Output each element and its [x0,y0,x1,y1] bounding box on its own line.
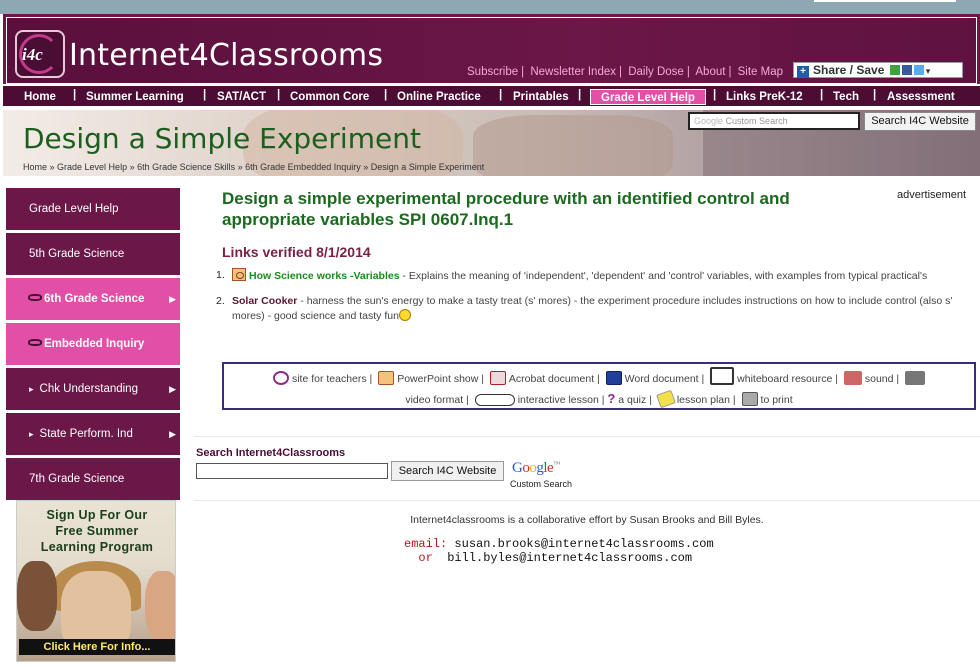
nav-home[interactable]: Home [24,89,56,105]
page-title: Design a Simple Experiment [23,122,421,155]
list-item: 1. How Science works -Variables - Explai… [216,268,928,282]
breadcrumb: Home » Grade Level Help » 6th Grade Scie… [23,162,485,172]
breadcrumb-6th-grade-embedded-inquiry[interactable]: 6th Grade Embedded Inquiry [245,162,361,172]
i4c-logo[interactable]: i4c [15,30,65,78]
divider [194,436,980,437]
powerpoint-icon [232,268,246,281]
resource-list: 1. How Science works -Variables - Explai… [216,268,980,334]
nav-common-core[interactable]: Common Core [290,89,369,105]
resource-link-solar-cooker[interactable]: Solar Cooker [232,295,297,307]
top-link-subscribe[interactable]: Subscribe [467,66,518,78]
sidebar-item-7th-grade-science[interactable]: 7th Grade Science [6,458,180,500]
nav-tech[interactable]: Tech [833,89,859,105]
share-save-button[interactable]: + Share / Save ▾ [793,62,963,78]
chevron-down-icon: ▾ [925,66,931,76]
email-share-icon [889,65,900,75]
content-title: Design a simple experimental procedure w… [222,189,790,229]
search-label: Search Internet4Classrooms [196,447,346,459]
nav-online-practice[interactable]: Online Practice [397,89,481,105]
email-link-bill[interactable]: bill.byles@internet4classrooms.com [447,551,692,565]
header-search-button[interactable]: Search I4C Website [864,112,976,131]
question-mark-icon: ? [607,391,616,406]
site-header: i4c Internet4Classrooms Subscribe | Newsl… [3,14,980,84]
breadcrumb-grade-level-help[interactable]: Grade Level Help [57,162,127,172]
links-verified: Links verified 8/1/2014 [222,244,371,260]
contact-emails: email: susan.brooks@internet4classrooms.… [404,537,714,565]
printer-icon [741,392,758,406]
page-banner: Design a Simple Experiment Home » Grade … [3,110,980,176]
list-item: 2. Solar Cooker - harness the sun's ener… [216,295,953,322]
divider [194,500,980,501]
search-input[interactable] [196,463,388,479]
nav-links-prek-12[interactable]: Links PreK-12 [726,89,803,105]
sidebar-item-embedded-inquiry[interactable]: Embedded Inquiry [6,323,180,365]
facebook-icon [901,65,912,75]
promo-heading: Sign Up For Our Free Summer Learning Pro… [40,508,154,554]
browser-top-strip [0,0,980,14]
bullet-arrow-icon: ▸ [29,384,34,394]
nav-summer-learning[interactable]: Summer Learning [86,89,184,105]
powerpoint-icon [378,371,395,385]
twitter-icon [913,65,924,75]
sidebar-item-6th-grade-science[interactable]: 6th Grade Science ▶ [6,278,180,320]
sidebar: Grade Level Help 5th Grade Science 6th G… [6,188,180,503]
interactive-icon [474,394,515,406]
brand-name[interactable]: Internet4Classrooms [69,38,383,73]
arrow-right-icon: ▶ [169,384,176,394]
breadcrumb-6th-grade-science-skills[interactable]: 6th Grade Science Skills [137,162,235,172]
google-custom-search-label: Custom Search [510,479,573,489]
google-logo: Google™ [512,460,560,476]
nav-assessment[interactable]: Assessment [887,89,955,105]
search-button[interactable]: Search I4C Website [391,461,504,481]
header-search-input[interactable]: Google Custom Search [688,112,860,130]
icon-legend: site for teachers | PowerPoint show | Ac… [222,362,976,410]
sidebar-item-5th-grade-science[interactable]: 5th Grade Science [6,233,180,275]
advertisement-label: advertisement [897,189,967,201]
breadcrumb-home[interactable]: Home [23,162,47,172]
main-nav: Home | Summer Learning | SAT/ACT | Commo… [3,84,980,108]
top-link-about[interactable]: About [695,66,725,78]
promo-cta[interactable]: Click Here For Info... [19,639,175,655]
bullet-arrow-icon: ▸ [29,429,34,439]
smiley-icon [398,309,411,321]
whiteboard-icon [710,367,735,385]
nav-grade-level-help[interactable]: Grade Level Help [590,89,706,105]
bow-icon [28,294,42,301]
nav-sat-act[interactable]: SAT/ACT [217,89,266,105]
sidebar-item-chk-understanding[interactable]: ▸ Chk Understanding ▶ [6,368,180,410]
acrobat-icon [489,371,506,385]
breadcrumb-current: Design a Simple Experiment [370,162,485,172]
summer-learning-promo[interactable]: Sign Up For Our Free Summer Learning Pro… [16,500,176,662]
arrow-right-icon: ▶ [169,429,176,439]
bow-icon [28,339,42,346]
email-link-susan[interactable]: susan.brooks@internet4classrooms.com [454,537,713,551]
top-links: Subscribe | Newsletter Index | Daily Dose |… [467,66,784,78]
sidebar-item-state-perform-ind[interactable]: ▸ State Perform. Ind ▶ [6,413,180,455]
top-link-daily-dose[interactable]: Daily Dose [628,66,684,78]
sidebar-item-grade-level-help[interactable]: Grade Level Help [6,188,180,230]
top-link-site-map[interactable]: Site Map [738,66,783,78]
plus-icon: + [797,66,809,78]
collaboration-note: Internet4classrooms is a collaborative e… [410,514,764,526]
video-icon [905,371,926,385]
top-link-newsletter-index[interactable]: Newsletter Index [530,66,616,78]
pencil-icon [655,389,676,409]
nav-printables[interactable]: Printables [513,89,569,105]
apple-icon [272,371,289,385]
word-icon [605,371,622,385]
sound-icon [843,371,862,385]
resource-link-how-science-works[interactable]: How Science works -Variables [249,270,400,282]
arrow-right-icon: ▶ [169,294,176,304]
